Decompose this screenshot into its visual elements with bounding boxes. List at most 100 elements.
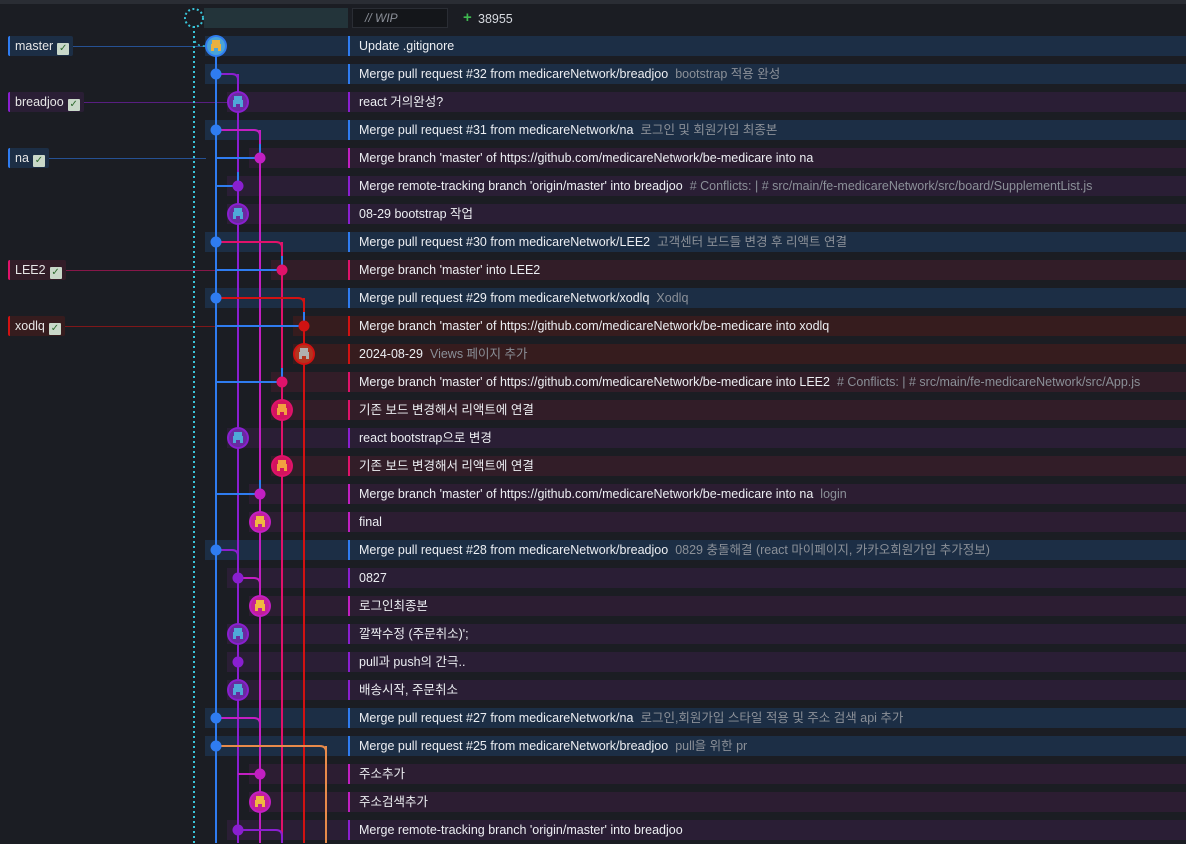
commit-row[interactable]: react 거의완성? breadjoo ✓ [0,88,1186,116]
wip-row[interactable]: // WIP + 38955 [0,4,1186,32]
commit-row[interactable]: Merge pull request #32 from medicareNetw… [0,60,1186,88]
commit-text: 기존 보드 변경해서 리액트에 연결 [359,452,1180,480]
branch-color-bar [348,288,350,308]
checked-out-icon: ✓ [67,99,80,111]
branch-color-bar [348,372,350,392]
commit-text: 주소검색추가 [359,788,1180,816]
commit-row[interactable]: Merge remote-tracking branch 'origin/mas… [0,816,1186,844]
commit-description: 로그인,회원가입 스타일 적용 및 주소 검색 api 추가 [640,711,904,725]
commit-message: react 거의완성? [359,95,444,109]
branch-color-bar [348,792,350,812]
commit-description: 로그인 및 회원가입 최종본 [640,123,778,137]
commit-row[interactable]: Merge pull request #31 from medicareNetw… [0,116,1186,144]
commit-text: react 거의완성? [359,88,1180,116]
branch-label-na[interactable]: na ✓ [8,148,49,168]
commit-row[interactable]: Merge remote-tracking branch 'origin/mas… [0,172,1186,200]
commit-row[interactable]: pull과 push의 간극.. [0,648,1186,676]
commit-message: Merge pull request #27 from medicareNetw… [359,711,634,725]
commit-row[interactable]: Merge branch 'master' of https://github.… [0,144,1186,172]
commit-message: 주소추가 [359,767,406,781]
branch-color-bar [348,652,350,672]
commit-text: Merge pull request #31 from medicareNetw… [359,116,1180,144]
branch-color-bar [348,568,350,588]
branch-label-lee2[interactable]: LEE2 ✓ [8,260,66,280]
branch-color-bar [348,596,350,616]
commit-message: Merge pull request #29 from medicareNetw… [359,291,650,305]
commit-row[interactable]: Merge pull request #29 from medicareNetw… [0,284,1186,312]
commit-text: pull과 push의 간극.. [359,648,1180,676]
commit-row[interactable]: 기존 보드 변경해서 리액트에 연결 [0,452,1186,480]
branch-color-bar [348,260,350,280]
commit-message: Merge branch 'master' of https://github.… [359,487,814,501]
commit-text: final [359,508,1180,536]
branch-pointer-line [66,270,272,271]
branch-color-bar [348,36,350,56]
commit-message: 기존 보드 변경해서 리액트에 연결 [359,459,534,473]
commit-message: Merge pull request #31 from medicareNetw… [359,123,634,137]
commit-message: Merge pull request #25 from medicareNetw… [359,739,669,753]
commit-row[interactable]: 깔짝수정 (주문취소)'; [0,620,1186,648]
commit-message: 0827 [359,571,387,585]
commit-row[interactable]: Merge branch 'master' of https://github.… [0,368,1186,396]
branch-color-bar [348,120,350,140]
commit-message: pull과 push의 간극.. [359,655,466,669]
commit-description: Views 페이지 추가 [429,347,528,361]
commit-row[interactable]: 2024-08-29 Views 페이지 추가 [0,340,1186,368]
commit-row[interactable]: 로그인최종본 [0,592,1186,620]
commit-text: Merge remote-tracking branch 'origin/mas… [359,172,1180,200]
commit-message: react bootstrap으로 변경 [359,431,492,445]
branch-color-bar [348,428,350,448]
branch-name: breadjoo [15,95,64,109]
commit-message: 깔짝수정 (주문취소)'; [359,627,469,641]
commit-row[interactable]: Merge branch 'master' of https://github.… [0,480,1186,508]
checked-out-icon: ✓ [57,43,70,55]
commit-text: 2024-08-29 Views 페이지 추가 [359,340,1180,368]
commit-text: Merge pull request #28 from medicareNetw… [359,536,1180,564]
commit-row[interactable]: Update .gitignore master ✓ [0,32,1186,60]
branch-color-bar [348,484,350,504]
branch-label-breadjoo[interactable]: breadjoo ✓ [8,92,84,112]
branch-color-bar [348,344,350,364]
commit-row[interactable]: Merge branch 'master' into LEE2 LEE2 ✓ [0,256,1186,284]
commit-text: 기존 보드 변경해서 리액트에 연결 [359,396,1180,424]
commit-row[interactable]: 기존 보드 변경해서 리액트에 연결 [0,396,1186,424]
commit-row[interactable]: 주소추가 [0,760,1186,788]
commit-row[interactable]: 배송시작, 주문취소 [0,676,1186,704]
commit-description: # Conflicts: | # src/main/fe-medicareNet… [836,375,1141,389]
commit-row[interactable]: 08-29 bootstrap 작업 [0,200,1186,228]
branch-color-bar [348,232,350,252]
commit-message: Merge pull request #30 from medicareNetw… [359,235,651,249]
commit-row[interactable]: react bootstrap으로 변경 [0,424,1186,452]
commit-message: Merge branch 'master' of https://github.… [359,151,814,165]
branch-label-xodlq[interactable]: xodlq ✓ [8,316,65,336]
checked-out-icon: ✓ [49,267,62,279]
commit-row[interactable]: 주소검색추가 [0,788,1186,816]
branch-color-bar [348,64,350,84]
branch-name: xodlq [15,319,45,333]
commit-message: final [359,515,382,529]
commit-row[interactable]: Merge pull request #28 from medicareNetw… [0,536,1186,564]
branch-color-bar [348,512,350,532]
commit-row[interactable]: Merge pull request #27 from medicareNetw… [0,704,1186,732]
commit-row[interactable]: Merge pull request #25 from medicareNetw… [0,732,1186,760]
branch-color-bar [348,708,350,728]
branch-color-bar [348,736,350,756]
commit-row[interactable]: Merge pull request #30 from medicareNetw… [0,228,1186,256]
branch-color-bar [348,316,350,336]
branch-pointer-line [65,326,294,327]
branch-pointer-line [73,46,206,47]
commit-message: 08-29 bootstrap 작업 [359,207,474,221]
commit-list: Update .gitignore master ✓ Merge pull reque… [0,32,1186,844]
commit-text: 0827 [359,564,1180,592]
commit-text: Merge branch 'master' into LEE2 [359,256,1180,284]
branch-color-bar [348,764,350,784]
commit-row[interactable]: Merge branch 'master' of https://github.… [0,312,1186,340]
wip-message-input[interactable]: // WIP [352,8,448,28]
commit-message: Update .gitignore [359,39,455,53]
commit-row[interactable]: final [0,508,1186,536]
branch-name: na [15,151,29,165]
commit-description: bootstrap 적용 완성 [675,67,781,81]
commit-description: # Conflicts: | # src/main/fe-medicareNet… [689,179,1093,193]
branch-label-master[interactable]: master ✓ [8,36,74,56]
commit-row[interactable]: 0827 [0,564,1186,592]
